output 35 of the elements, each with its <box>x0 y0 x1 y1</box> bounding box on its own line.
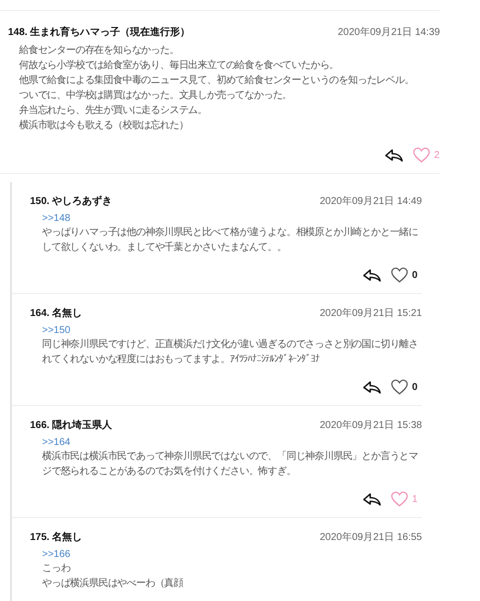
reply-arrow-icon[interactable] <box>363 268 381 282</box>
comment-text: 他県で給食による集団食中毒のニュース見て、初めて給食センターというのを知ったレベル。 <box>19 74 415 88</box>
comment-author: 148. 生まれ育ちハマっ子（現在進行形） <box>8 25 190 39</box>
reply-arrow-icon[interactable] <box>363 380 381 394</box>
reply-text: やっぱりハマっ子は他の神奈川県民と比べて格が違うよな。相模原とか川崎とかと一緒にして欲しくないわ。ましてや千葉とかさいたまなんて。。 <box>42 226 420 254</box>
reply-arrow-icon[interactable] <box>385 148 403 162</box>
reply-author: 150. やしろあずき <box>30 194 112 208</box>
reply-text: 同じ神奈川県民ですけど、正直横浜だけ文化が違い過ぎるのでさっさと別の国に切り離されてくれないかな程度にはおもってますよ。ｱｲﾂﾗﾊﾅﾆｼﾃﾙﾝﾀﾞﾈｰﾝﾀﾞﾖﾅ <box>42 338 420 366</box>
reply-date: 2020年09月21日 15:21 <box>320 307 422 320</box>
reply-arrow-icon[interactable] <box>363 492 381 506</box>
heart-icon[interactable] <box>391 379 408 395</box>
reply-date: 2020年09月21日 16:55 <box>320 531 422 544</box>
comment-date: 2020年09月21日 14:39 <box>338 26 440 39</box>
reply-author: 166. 隠れ埼玉県人 <box>30 418 112 432</box>
comment-text: ついでに、中学校は購買はなかった。文具しか売ってなかった。 <box>19 88 293 103</box>
anchor-link[interactable]: >>150 <box>42 324 422 338</box>
comment-text: 給食センターの存在を知らなかった。 <box>19 44 180 58</box>
reply-date: 2020年09月21日 14:49 <box>320 195 422 208</box>
like-count: 0 <box>412 382 418 392</box>
reply-date: 2020年09月21日 15:38 <box>320 419 422 432</box>
like-count: 2 <box>434 150 440 160</box>
like-count: 0 <box>412 270 418 280</box>
anchor-link[interactable]: >>164 <box>42 436 422 450</box>
heart-icon[interactable] <box>391 267 408 283</box>
reply-text: やっぱ横浜県民はやべーわ（真顔 <box>42 576 184 590</box>
anchor-link[interactable]: >>148 <box>42 212 422 226</box>
anchor-link[interactable]: >>166 <box>42 548 422 562</box>
reply-text: 横浜市民は横浜市民であって神奈川県民ではないので、「同じ神奈川県民」とか言うとマジで怒られることがあるのでお気を付けください。怖すぎ。 <box>42 450 420 478</box>
comment-text: 何故なら小学校では給食室があり、毎日出来立ての給食を食べていたから。 <box>19 58 340 73</box>
reply-text: こっわ <box>42 562 72 576</box>
reply-author: 164. 名無し <box>30 306 82 320</box>
comment-text: 横浜市歌は今も歌える（校歌は忘れた） <box>19 118 190 133</box>
reply-author: 175. 名無し <box>30 530 82 544</box>
like-count: 1 <box>412 494 418 504</box>
comment-text: 弁当忘れたら、先生が買いに走るシステム。 <box>19 104 208 118</box>
